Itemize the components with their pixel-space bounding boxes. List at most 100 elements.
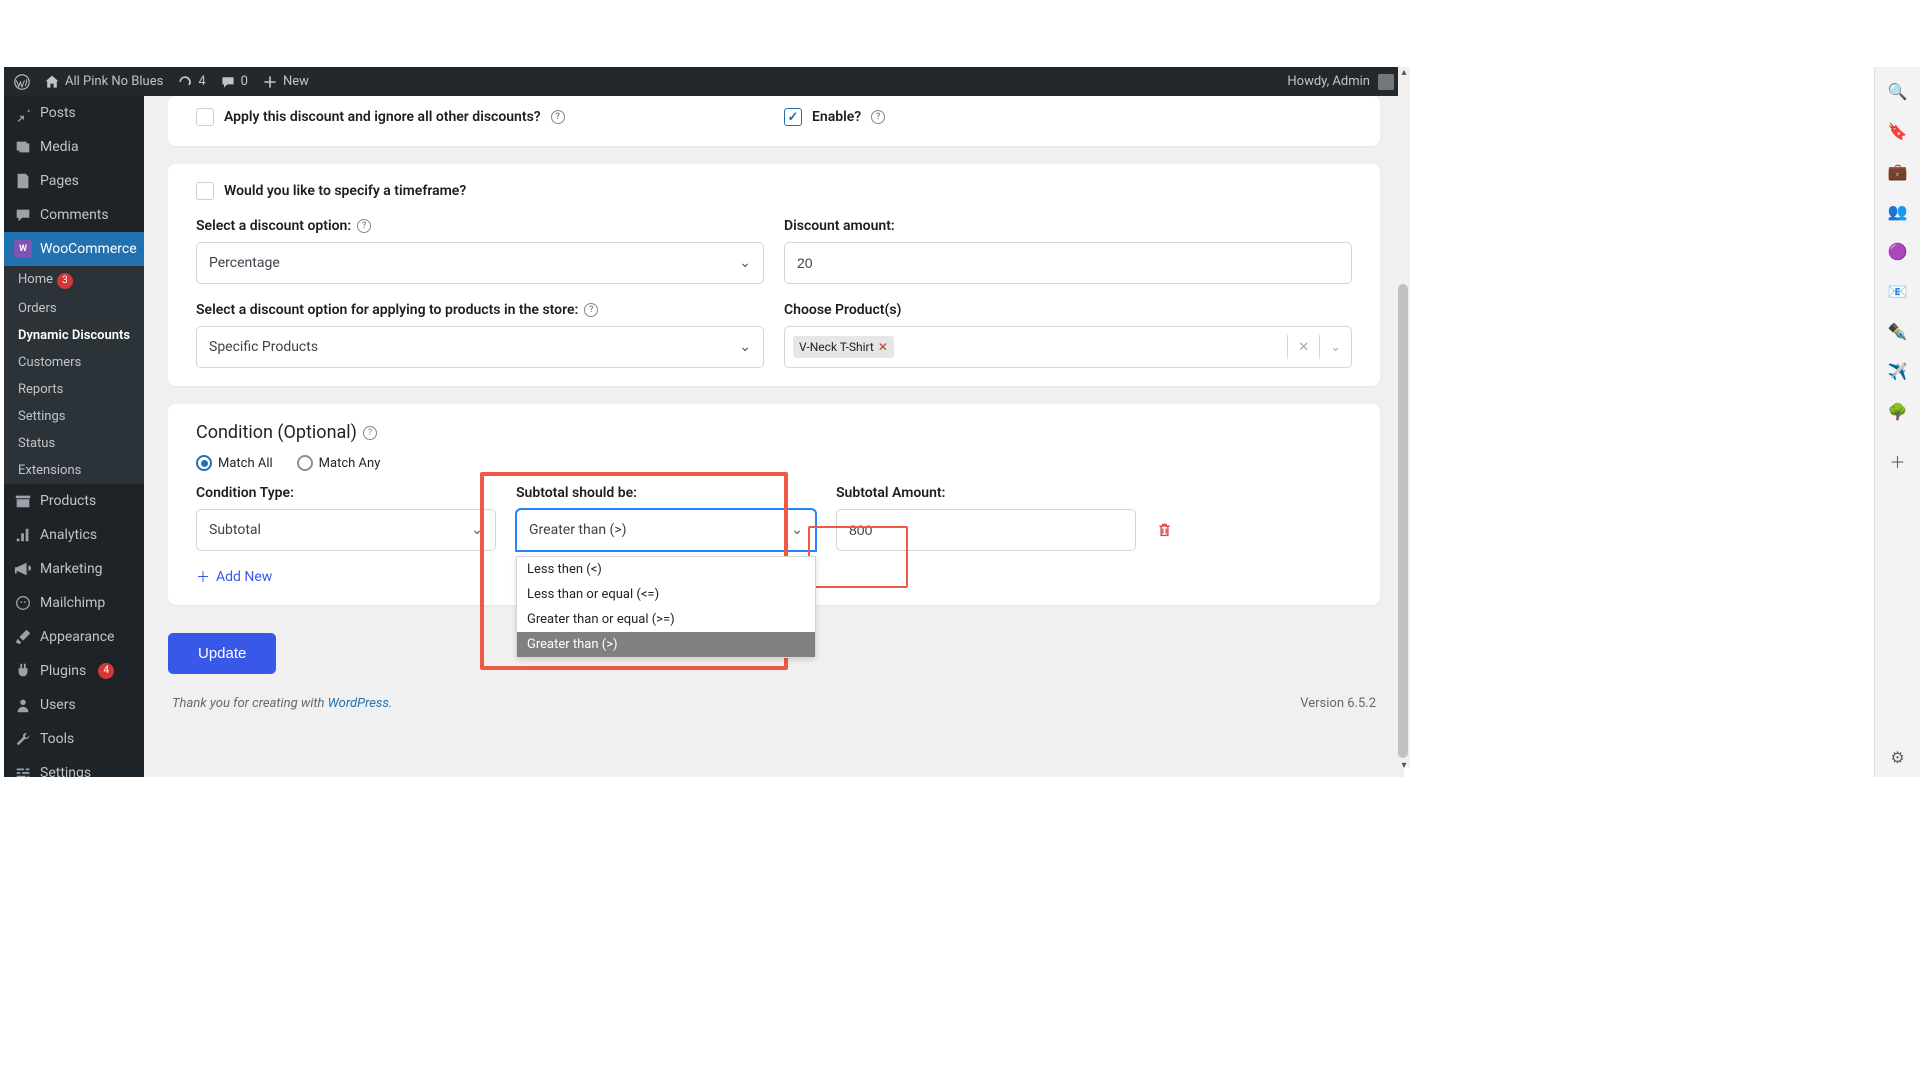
woocommerce-submenu: Home3 Orders Dynamic Discounts Customers… [4,266,144,484]
outlook-icon[interactable]: 📧 [1888,281,1908,301]
tag-icon[interactable]: 🔖 [1888,121,1908,141]
delete-condition-button[interactable] [1156,521,1176,541]
chevron-down-icon: ⌄ [471,522,483,538]
submenu-home[interactable]: Home3 [4,266,144,295]
right-rail: 🔍 🔖 💼 👥 🟣 📧 ✒️ ✈️ 🌳 ＋ ⚙ [1874,67,1920,777]
footer: Thank you for creating with WordPress. V… [168,674,1380,715]
submenu-customers[interactable]: Customers [4,349,144,376]
dd-option-gt[interactable]: Greater than (>) [517,632,815,657]
sidebar-item-comments[interactable]: Comments [4,198,144,232]
condition-type-label: Condition Type: [196,485,496,501]
plus-icon [262,74,278,90]
dd-option-lte[interactable]: Less than or equal (<=) [517,582,815,607]
send-icon[interactable]: ✈️ [1888,361,1908,381]
subtotal-amount-label: Subtotal Amount: [836,485,1136,501]
enable-checkbox[interactable] [784,108,802,126]
subtotal-should-label: Subtotal should be: [516,485,816,501]
match-all-radio[interactable]: Match All [196,455,273,471]
dd-option-lt[interactable]: Less then (<) [517,557,815,582]
updates-link[interactable]: 4 [177,74,205,90]
sidebar-item-marketing[interactable]: Marketing [4,552,144,586]
subtotal-amount-input[interactable] [836,509,1136,551]
add-app-icon[interactable]: ＋ [1888,451,1908,471]
sidebar-item-plugins[interactable]: Plugins4 [4,654,144,688]
chevron-down-icon[interactable]: ⌄ [1319,335,1351,359]
sidebar-item-wpsettings[interactable]: Settings [4,756,144,777]
timeframe-checkbox[interactable] [196,182,214,200]
site-link[interactable]: All Pink No Blues [44,74,163,90]
product-tag: V-Neck T-Shirt✕ [793,336,894,358]
discount-amount-input[interactable] [784,242,1352,284]
match-any-radio[interactable]: Match Any [297,455,381,471]
account-menu[interactable]: Howdy, Admin [1287,74,1394,90]
tag-remove-icon[interactable]: ✕ [878,340,888,354]
sidebar-item-appearance[interactable]: Appearance [4,620,144,654]
submenu-extensions[interactable]: Extensions [4,457,144,484]
sidebar-item-media[interactable]: Media [4,130,144,164]
dd-option-gte[interactable]: Greater than or equal (>=) [517,607,815,632]
main-content: Apply this discount and ignore all other… [144,96,1404,777]
wordpress-logo-icon[interactable] [14,74,30,90]
new-content-link[interactable]: New [262,74,309,90]
admin-sidebar: Posts Media Pages Comments WWooCommerce … [4,96,144,777]
help-icon[interactable]: ? [871,110,885,124]
help-icon[interactable]: ? [584,303,598,317]
plus-icon: ＋ [196,567,210,587]
tree-icon[interactable]: 🌳 [1888,401,1908,421]
discount-amount-label: Discount amount: [784,218,1352,234]
scroll-down-icon[interactable]: ▾ [1399,760,1409,770]
chevron-down-icon: ⌄ [791,522,803,538]
enable-label: Enable? [812,109,861,125]
submenu-settings[interactable]: Settings [4,403,144,430]
home-icon [44,74,60,90]
discount-card-top: Apply this discount and ignore all other… [168,96,1380,146]
media-icon [14,138,32,156]
submenu-orders[interactable]: Orders [4,295,144,322]
apply-ignore-checkbox[interactable] [196,108,214,126]
help-icon[interactable]: ? [357,219,371,233]
refresh-icon [177,74,193,90]
briefcase-icon[interactable]: 💼 [1888,161,1908,181]
search-icon[interactable]: 🔍 [1888,81,1908,101]
people-icon[interactable]: 👥 [1888,201,1908,221]
scrollbar-thumb[interactable] [1398,284,1408,758]
sidebar-item-tools[interactable]: Tools [4,722,144,756]
sidebar-item-posts[interactable]: Posts [4,96,144,130]
badge: 4 [98,663,114,679]
submenu-status[interactable]: Status [4,430,144,457]
pin-icon [14,104,32,122]
submenu-dynamic-discounts[interactable]: Dynamic Discounts [4,322,144,349]
office-icon[interactable]: 🟣 [1888,241,1908,261]
megaphone-icon [14,560,32,578]
choose-products-label: Choose Product(s) [784,302,1352,318]
sidebar-item-products[interactable]: Products [4,484,144,518]
update-button[interactable]: Update [168,633,276,674]
wordpress-link[interactable]: WordPress [328,696,389,711]
choose-products-input[interactable]: V-Neck T-Shirt✕ ✕ ⌄ [784,326,1352,368]
subtotal-should-dropdown: Less then (<) Less than or equal (<=) Gr… [516,556,816,658]
comment-icon [14,206,32,224]
discount-option-select[interactable]: Percentage ⌄ [196,242,764,284]
help-icon[interactable]: ? [363,426,377,440]
sidebar-item-woocommerce[interactable]: WWooCommerce [4,232,144,266]
apply-ignore-label: Apply this discount and ignore all other… [224,109,541,125]
gear-icon[interactable]: ⚙ [1888,747,1908,767]
admin-bar: All Pink No Blues 4 0 New Howdy, Admin [4,67,1404,96]
clear-icon[interactable]: ✕ [1287,335,1319,359]
sidebar-item-analytics[interactable]: Analytics [4,518,144,552]
apply-products-select[interactable]: Specific Products ⌄ [196,326,764,368]
sidebar-item-users[interactable]: Users [4,688,144,722]
scroll-up-icon[interactable]: ▴ [1399,67,1409,77]
archive-icon [14,492,32,510]
condition-type-select[interactable]: Subtotal ⌄ [196,509,496,551]
subtotal-should-select[interactable]: Greater than (>) ⌄ [516,509,816,551]
chevron-down-icon: ⌄ [739,255,751,271]
sidebar-item-pages[interactable]: Pages [4,164,144,198]
sidebar-item-mailchimp[interactable]: Mailchimp [4,586,144,620]
help-icon[interactable]: ? [551,110,565,124]
comments-link[interactable]: 0 [220,74,248,90]
comment-icon [220,74,236,90]
mailchimp-icon [14,594,32,612]
pen-icon[interactable]: ✒️ [1888,321,1908,341]
submenu-reports[interactable]: Reports [4,376,144,403]
